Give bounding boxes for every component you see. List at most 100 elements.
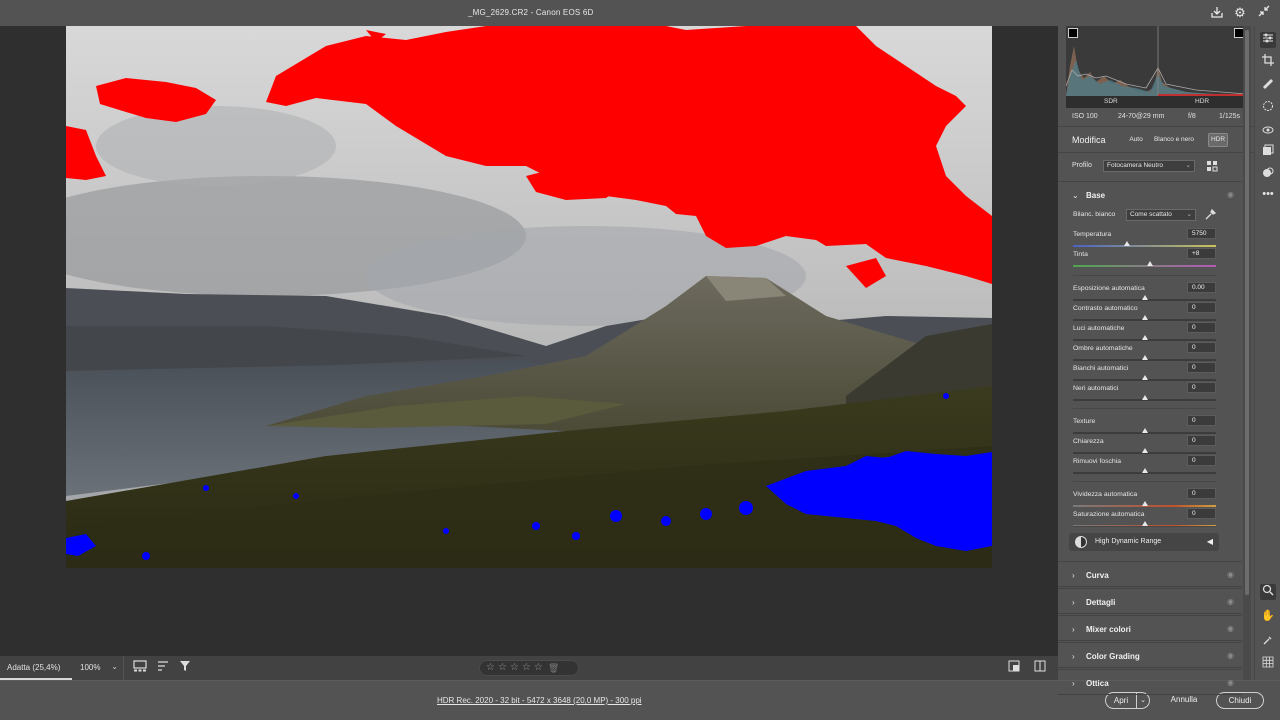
star-icon[interactable]: ☆ — [534, 663, 543, 673]
slider-value-field[interactable]: 0 — [1187, 362, 1216, 373]
slider-value-field[interactable]: 0 — [1187, 488, 1216, 499]
save-icon[interactable] — [1209, 5, 1225, 21]
slider-thumb[interactable] — [1147, 261, 1154, 266]
chevron-right-icon: › — [1072, 679, 1075, 688]
snapshots-icon[interactable] — [1260, 144, 1276, 160]
grid-icon[interactable] — [1260, 656, 1276, 672]
section-header[interactable]: › Mixer colori ◉ — [1058, 615, 1242, 641]
window-title: _MG_2629.CR2 - Canon EOS 6D — [468, 8, 594, 17]
star-icon[interactable]: ☆ — [486, 663, 495, 673]
slider-value-field[interactable]: 0.00 — [1187, 282, 1216, 293]
eye-icon[interactable]: ◉ — [1227, 651, 1234, 660]
sort-icon[interactable] — [156, 660, 172, 676]
panel-scrollbar[interactable] — [1243, 26, 1251, 680]
eye-icon[interactable]: ◉ — [1227, 678, 1234, 687]
slider-label: Texture — [1073, 418, 1096, 425]
red-eye-icon[interactable] — [1260, 124, 1276, 140]
zoom-100-dropdown[interactable]: 100% ⌄ — [74, 656, 124, 680]
hdr-button[interactable]: HDR — [1208, 133, 1228, 147]
slider-thumb[interactable] — [1124, 241, 1131, 246]
auto-button[interactable]: Auto — [1125, 133, 1147, 147]
color-sampler-icon[interactable] — [1260, 634, 1276, 650]
eyedropper-icon[interactable] — [1204, 208, 1217, 221]
zoom-fit-button[interactable]: Adatta (25,4%) — [0, 656, 72, 680]
section-base-header[interactable]: ⌄ Base ◉ — [1058, 182, 1242, 208]
section-title: Mixer colori — [1086, 625, 1131, 634]
slider-thumb[interactable] — [1141, 295, 1148, 300]
slider-track[interactable] — [1073, 265, 1216, 267]
slider-thumb[interactable] — [1141, 468, 1148, 473]
slider-value-field[interactable]: 0 — [1187, 455, 1216, 466]
slider-label: Esposizione automatica — [1073, 285, 1145, 292]
wb-label: Bilanc. bianco — [1073, 211, 1116, 218]
slider-thumb[interactable] — [1141, 315, 1148, 320]
section-header[interactable]: › Ottica ◉ — [1058, 669, 1242, 695]
section-header[interactable]: › Dettagli ◉ — [1058, 588, 1242, 614]
section-title: Color Grading — [1086, 652, 1140, 661]
image-canvas[interactable] — [0, 26, 1058, 656]
slider-thumb[interactable] — [1141, 501, 1148, 506]
exif-aperture: f/8 — [1188, 113, 1196, 120]
star-icon[interactable]: ☆ — [510, 663, 519, 673]
split-view-icon[interactable] — [1032, 660, 1048, 676]
star-icon[interactable]: ☆ — [498, 663, 507, 673]
slider-track[interactable] — [1073, 245, 1216, 247]
slider-value-field[interactable]: 0 — [1187, 415, 1216, 426]
slider-value-field[interactable]: +8 — [1187, 248, 1216, 259]
hdr-range-button[interactable]: High Dynamic Range ◀ — [1069, 533, 1219, 551]
chevron-right-icon: › — [1072, 571, 1075, 580]
divider — [1073, 275, 1216, 276]
chevron-down-icon: ⌄ — [1186, 211, 1192, 218]
star-rating[interactable]: ☆ ☆ ☆ ☆ ☆ 🗑 — [479, 660, 579, 676]
slider-thumb[interactable] — [1141, 355, 1148, 360]
hand-icon[interactable]: ✋ — [1260, 608, 1276, 624]
slider-label: Rimuovi foschia — [1073, 458, 1121, 465]
slider-thumb[interactable] — [1141, 448, 1148, 453]
chevron-right-icon: › — [1072, 598, 1075, 607]
slider-value-field[interactable]: 0 — [1187, 508, 1216, 519]
filter-icon[interactable] — [177, 660, 193, 676]
slider-value-field[interactable]: 0 — [1187, 322, 1216, 333]
profile-browser-icon[interactable] — [1206, 160, 1218, 172]
slider-value-field[interactable]: 0 — [1187, 435, 1216, 446]
gear-icon[interactable]: ⚙ — [1232, 5, 1248, 21]
slider-value-field[interactable]: 0 — [1187, 342, 1216, 353]
slider-thumb[interactable] — [1141, 428, 1148, 433]
eye-icon[interactable]: ◉ — [1227, 624, 1234, 633]
slider-label: Bianchi automatici — [1073, 365, 1129, 372]
eye-icon[interactable]: ◉ — [1227, 570, 1234, 579]
slider-value-field[interactable]: 5750 — [1187, 228, 1216, 239]
slider-value-field[interactable]: 0 — [1187, 302, 1216, 313]
healing-icon[interactable] — [1260, 78, 1276, 94]
slider-thumb[interactable] — [1141, 375, 1148, 380]
crop-icon[interactable] — [1260, 54, 1276, 70]
profile-select[interactable]: Fotocamera Neutro ⌄ — [1103, 160, 1195, 172]
slider-thumb[interactable] — [1141, 395, 1148, 400]
presets-icon[interactable] — [1260, 166, 1276, 182]
collapse-icon[interactable] — [1256, 5, 1272, 21]
edit-panel: SDR HDR ISO 100 24-70@29 mm f/8 1/125s M… — [1058, 26, 1254, 695]
edit-header: Modifica Auto Blanco e nero HDR — [1058, 126, 1254, 152]
wb-select[interactable]: Come scattato ⌄ — [1126, 209, 1196, 221]
section-header[interactable]: › Color Grading ◉ — [1058, 642, 1242, 668]
photo-preview[interactable] — [66, 26, 992, 568]
section-header[interactable]: › Curva ◉ — [1058, 561, 1242, 587]
slider-label: Ombre automatiche — [1073, 345, 1133, 352]
eye-icon[interactable]: ◉ — [1227, 190, 1234, 199]
trash-icon[interactable]: 🗑 — [548, 663, 559, 673]
star-icon[interactable]: ☆ — [522, 663, 531, 673]
edit-sliders-icon[interactable] — [1260, 32, 1276, 48]
before-after-icon[interactable] — [1006, 660, 1022, 676]
bw-button[interactable]: Blanco e nero — [1150, 133, 1198, 147]
scrollbar-thumb[interactable] — [1245, 30, 1249, 595]
tool-strip: ••• ✋ — [1254, 26, 1280, 680]
slider-value-field[interactable]: 0 — [1187, 382, 1216, 393]
more-icon[interactable]: ••• — [1260, 186, 1276, 202]
mask-icon[interactable] — [1260, 100, 1276, 116]
zoom-icon[interactable] — [1260, 584, 1276, 600]
triangle-left-icon: ◀ — [1206, 537, 1213, 546]
filmstrip-icon[interactable] — [132, 660, 148, 676]
slider-thumb[interactable] — [1141, 335, 1148, 340]
eye-icon[interactable]: ◉ — [1227, 597, 1234, 606]
workflow-options-link[interactable]: HDR Rec. 2020 - 32 bit - 5472 x 3648 (20… — [437, 696, 642, 705]
